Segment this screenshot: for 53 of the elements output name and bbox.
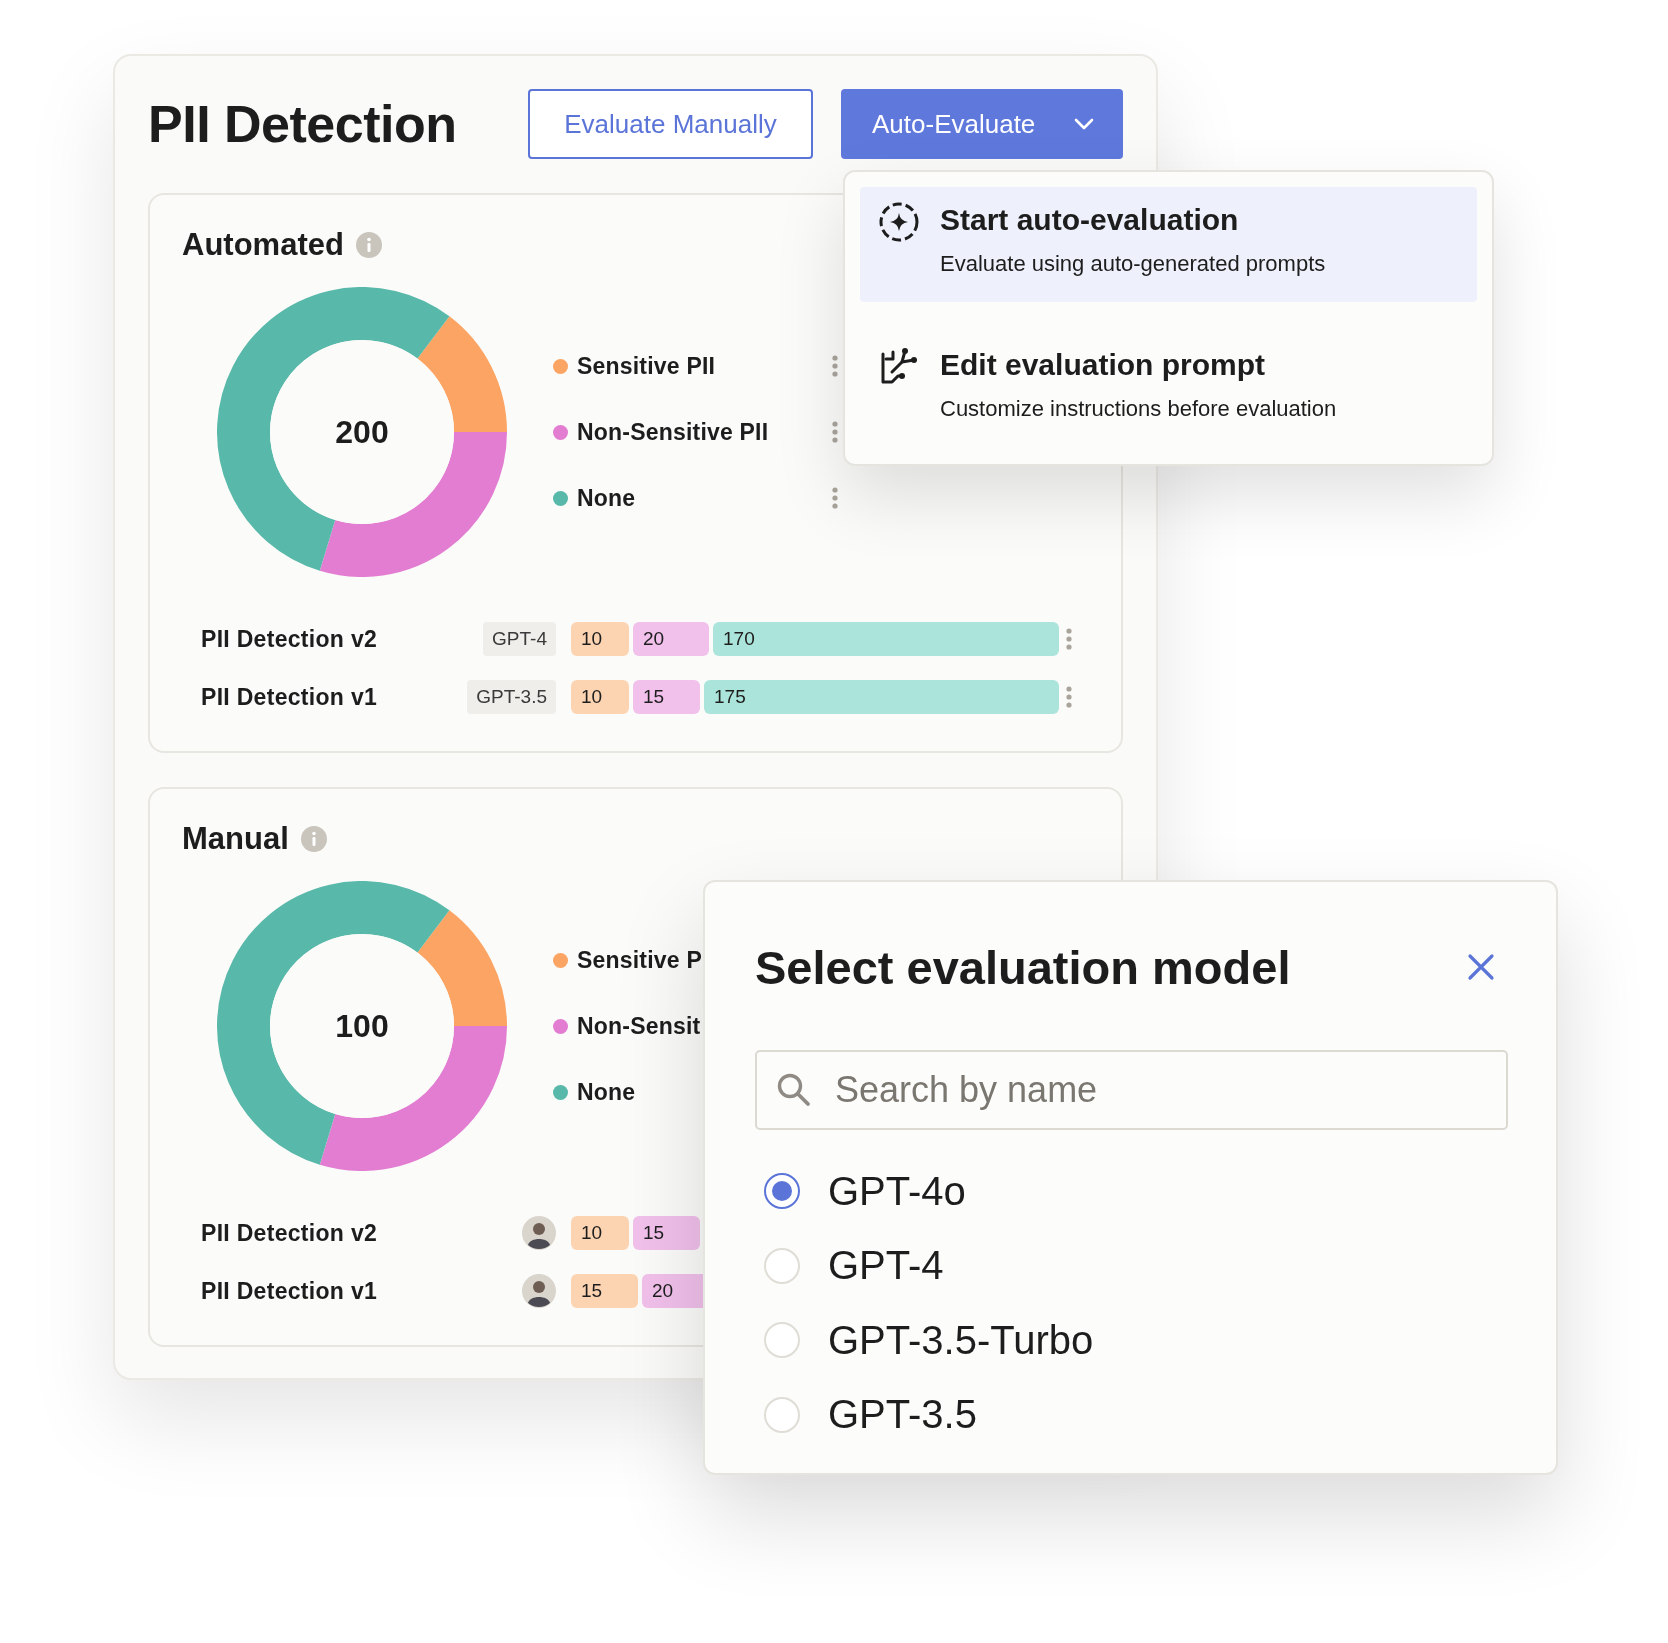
avatar-icon (522, 1274, 556, 1308)
page-title: PII Detection (148, 94, 457, 154)
more-icon[interactable] (831, 354, 839, 378)
bar-segment: 10 (571, 680, 629, 714)
chevron-down-icon (1073, 117, 1095, 131)
menu-item-title: Edit evaluation prompt (940, 348, 1267, 382)
section-title: Manual (182, 821, 289, 857)
section-title: Automated (182, 227, 344, 263)
bar-segment: 20 (633, 622, 709, 656)
menu-item[interactable]: Edit evaluation prompt Customize instructions before evaluation (860, 332, 1477, 447)
run-name: PII Detection v2 (201, 625, 379, 653)
bar-segment: 170 (713, 622, 1059, 656)
bar-segment: 10 (571, 622, 629, 656)
legend-label: Non-Sensitive PII (577, 418, 769, 446)
bar-segment: 175 (704, 680, 1059, 714)
more-icon[interactable] (831, 486, 839, 510)
run-name: PII Detection v2 (201, 1219, 379, 1247)
more-icon[interactable] (1065, 627, 1073, 651)
close-icon[interactable] (1466, 952, 1496, 982)
donut-total: 200 (335, 414, 389, 450)
evaluate-button[interactable]: Evaluate Manually (528, 89, 813, 159)
more-icon[interactable] (1065, 685, 1073, 709)
model-option-label[interactable]: GPT-4 (828, 1243, 944, 1289)
more-icon[interactable] (831, 420, 839, 444)
run-name: PII Detection v1 (201, 1277, 379, 1305)
legend-label: None (577, 1078, 636, 1106)
dialog-title: Select evaluation model (755, 939, 1291, 995)
menu-item-title: Start auto-evaluation (940, 203, 1240, 237)
model-tag: GPT-4 (483, 622, 556, 656)
model-option-label[interactable]: GPT-3.5-Turbo (828, 1317, 1094, 1363)
info-icon[interactable] (355, 232, 382, 258)
legend-label: Sensitive PII (577, 352, 716, 380)
avatar-icon (522, 1216, 556, 1250)
menu-item-description: Customize instructions before evaluation (940, 396, 1337, 422)
donut-total: 100 (335, 1008, 389, 1044)
search-field[interactable]: Search by name (755, 1050, 1508, 1130)
sparkle-icon (878, 201, 920, 243)
bar-segment: 15 (633, 1216, 700, 1250)
info-icon[interactable] (300, 826, 327, 852)
radio-button[interactable] (764, 1173, 800, 1210)
model-tag: GPT-3.5 (467, 680, 556, 714)
bar-segment: 15 (633, 680, 700, 714)
legend-label: Non-Sensit (577, 1012, 701, 1040)
bar-segment: 15 (571, 1274, 638, 1308)
model-option-label[interactable]: GPT-3.5 (828, 1392, 977, 1438)
menu-item[interactable]: Start auto-evaluation Evaluate using auto-generated prompts (860, 187, 1477, 302)
model-option-label[interactable]: GPT-4o (828, 1168, 966, 1214)
run-name: PII Detection v1 (201, 683, 379, 711)
bar-segment: 10 (571, 1216, 629, 1250)
legend-label: Sensitive P (577, 946, 702, 974)
legend-label: None (577, 484, 636, 512)
dropdown-button[interactable]: Auto-Evaluate (841, 89, 1123, 159)
menu-item-description: Evaluate using auto-generated prompts (940, 251, 1326, 277)
